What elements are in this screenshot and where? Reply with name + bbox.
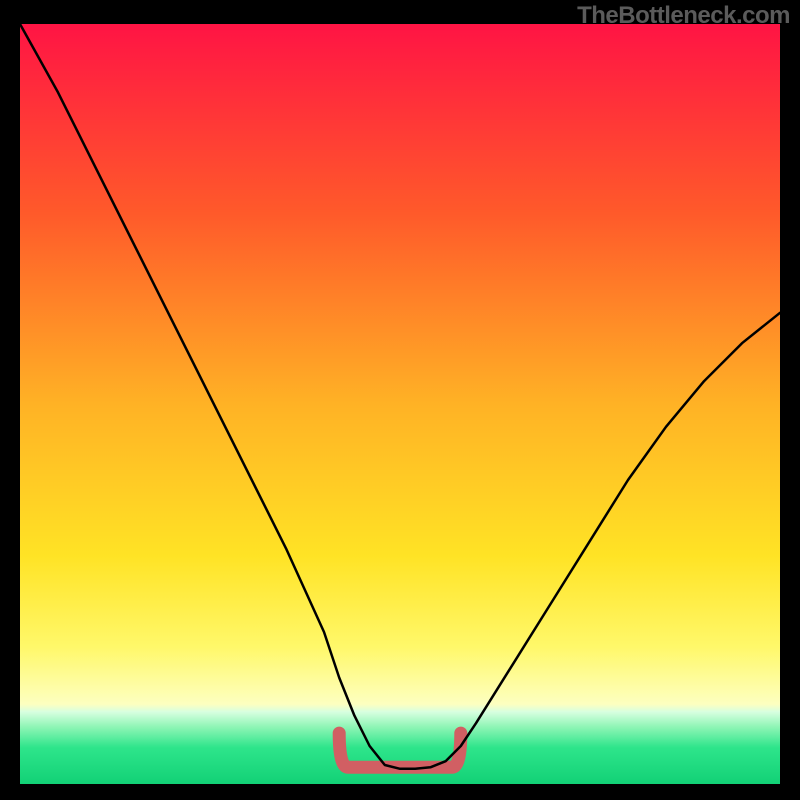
plot-background [20, 24, 780, 784]
watermark-label: TheBottleneck.com [577, 2, 790, 30]
bottleneck-plot [20, 24, 780, 784]
chart-frame: TheBottleneck.com [0, 0, 800, 800]
